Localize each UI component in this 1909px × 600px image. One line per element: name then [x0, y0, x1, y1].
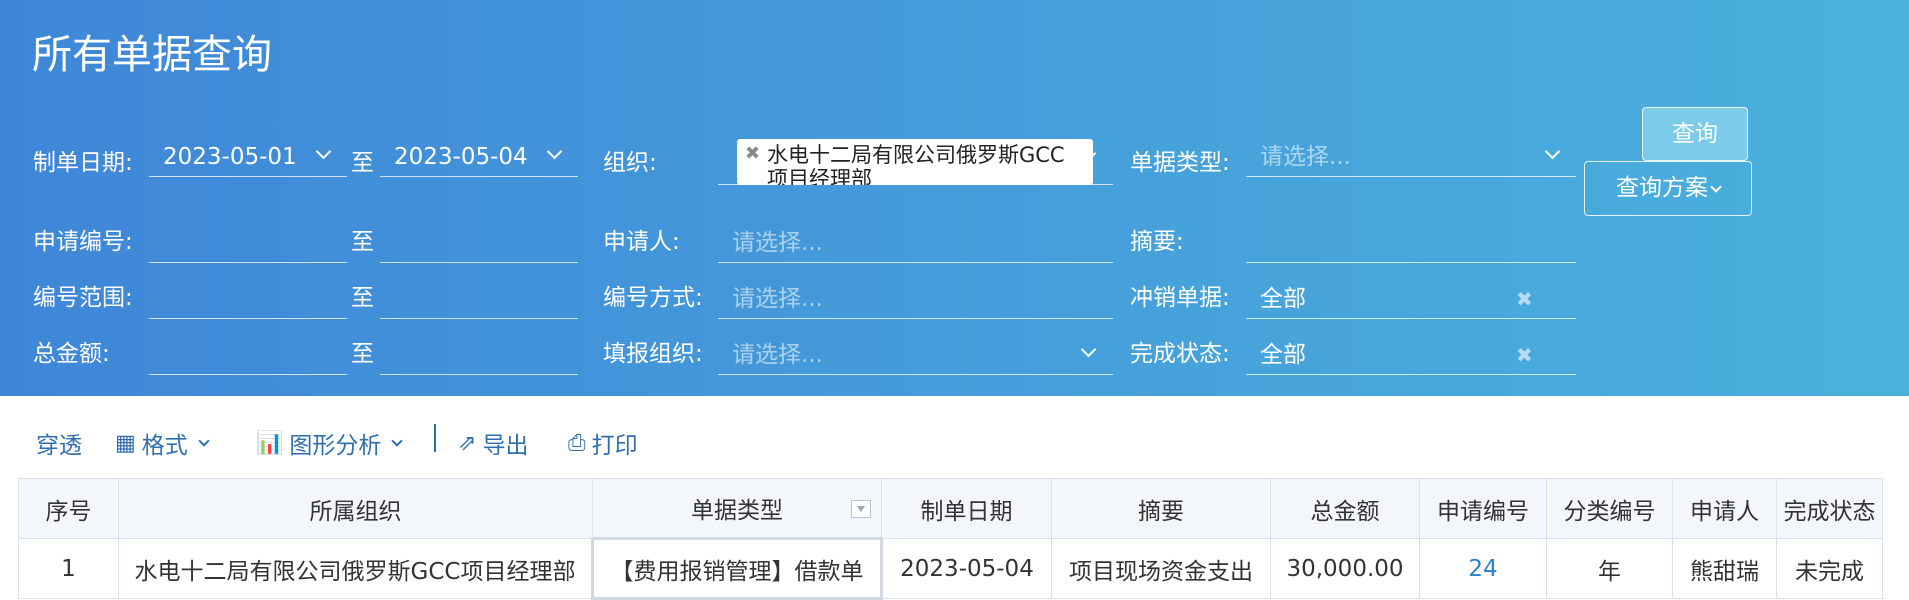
cell-status: 未完成 [1776, 538, 1883, 599]
results-table: 序号 所属组织 单据类型 制单日期 摘要 总金额 申请编号 分类编号 申请人 完… [18, 478, 1883, 600]
cell-org: 水电十二局有限公司俄罗斯GCC项目经理部 [118, 538, 593, 599]
appno-from-input[interactable] [149, 223, 347, 263]
column-header[interactable]: 总金额 [1270, 478, 1420, 539]
column-header[interactable]: 所属组织 [118, 478, 593, 539]
export-button[interactable]: ⇗ 导出 [458, 426, 528, 460]
numrange-label: 编号范围: [33, 285, 133, 311]
summary-label: 摘要: [1130, 229, 1184, 255]
date-to-input[interactable]: 2023-05-04 [380, 137, 578, 177]
writeoff-select[interactable]: 全部 ✖ [1246, 279, 1576, 319]
chevron-down-icon [1710, 181, 1722, 193]
cell-summary: 项目现场资金支出 [1051, 538, 1271, 599]
format-button[interactable]: ▦ 格式 [115, 426, 210, 460]
date-label: 制单日期: [33, 150, 133, 176]
appno-label: 申请编号: [33, 229, 133, 255]
applicant-label: 申请人: [603, 229, 680, 255]
to-label: 至 [351, 229, 374, 255]
chevron-down-icon [315, 145, 333, 163]
column-header[interactable]: 完成状态 [1776, 478, 1883, 539]
org-selected-tag[interactable]: ✖ 水电十二局有限公司俄罗斯GCC项目经理部 [737, 139, 1093, 185]
date-from-input[interactable]: 2023-05-01 [149, 137, 347, 177]
appno-to-input[interactable] [380, 223, 578, 263]
status-label: 完成状态: [1130, 341, 1230, 367]
applicant-select[interactable]: 请选择... [718, 223, 1113, 263]
cell-date: 2023-05-04 [881, 538, 1052, 599]
query-panel: 所有单据查询 制单日期: 2023-05-01 至 2023-05-04 组织:… [0, 0, 1909, 396]
doctype-select[interactable]: 请选择... [1246, 137, 1576, 177]
fillorg-select[interactable]: 请选择... [718, 335, 1113, 375]
amount-to-input[interactable] [380, 335, 578, 375]
nummethod-select[interactable]: 请选择... [718, 279, 1113, 319]
amount-label: 总金额: [33, 341, 110, 367]
close-icon[interactable]: ✖ [745, 142, 760, 166]
column-header[interactable]: 摘要 [1051, 478, 1271, 539]
doctype-label: 单据类型: [1130, 150, 1230, 176]
print-icon: ⎙ [568, 430, 586, 456]
chevron-down-icon [546, 145, 564, 163]
cell-amount: 30,000.00 [1270, 538, 1420, 599]
column-header[interactable]: 申请编号 [1419, 478, 1547, 539]
drill-button[interactable]: 穿透 [36, 426, 82, 460]
column-header[interactable]: 制单日期 [881, 478, 1052, 539]
to-label: 至 [351, 341, 374, 367]
chevron-down-icon [198, 435, 210, 447]
toolbar: 穿透 ▦ 格式 📊 图形分析 ⇗ 导出 ⎙ 打印 [0, 420, 900, 460]
writeoff-label: 冲销单据: [1130, 285, 1230, 311]
clear-icon[interactable]: ✖ [1516, 279, 1533, 318]
filter-icon[interactable] [851, 500, 871, 518]
to-label: 至 [351, 150, 374, 176]
cell-index: 1 [18, 538, 119, 599]
numrange-to-input[interactable] [380, 279, 578, 319]
bar-chart-icon: 📊 [256, 430, 284, 456]
chevron-down-icon [1544, 145, 1562, 163]
summary-input[interactable] [1246, 223, 1576, 263]
chevron-down-icon [391, 435, 404, 447]
numrange-from-input[interactable] [149, 279, 347, 319]
column-header[interactable]: 申请人 [1672, 478, 1777, 539]
column-header[interactable]: 单据类型 [592, 478, 882, 539]
grid-icon: ▦ [115, 430, 136, 456]
nummethod-label: 编号方式: [603, 285, 703, 311]
toolbar-divider [434, 424, 436, 452]
table-row[interactable]: 1 水电十二局有限公司俄罗斯GCC项目经理部 【费用报销管理】借款单 2023-… [18, 537, 1883, 600]
external-link-icon: ⇗ [458, 430, 477, 456]
query-plan-button[interactable]: 查询方案 [1584, 161, 1752, 216]
chevron-down-icon [1080, 343, 1098, 361]
page-title: 所有单据查询 [32, 32, 272, 78]
query-button[interactable]: 查询 [1642, 107, 1748, 161]
chart-analysis-button[interactable]: 📊 图形分析 [256, 426, 404, 460]
clear-icon[interactable]: ✖ [1516, 335, 1533, 374]
column-header[interactable]: 序号 [18, 478, 119, 539]
to-label: 至 [351, 285, 374, 311]
cell-category: 年 [1546, 538, 1673, 599]
org-label: 组织: [603, 150, 657, 176]
column-header[interactable]: 分类编号 [1546, 478, 1673, 539]
table-header-row: 序号 所属组织 单据类型 制单日期 摘要 总金额 申请编号 分类编号 申请人 完… [18, 478, 1883, 539]
fillorg-label: 填报组织: [603, 341, 703, 367]
cell-applicant: 熊甜瑞 [1672, 538, 1777, 599]
print-button[interactable]: ⎙ 打印 [568, 426, 638, 460]
status-select[interactable]: 全部 ✖ [1246, 335, 1576, 375]
cell-doctype[interactable]: 【费用报销管理】借款单 [591, 537, 883, 600]
cell-appno-link[interactable]: 24 [1419, 538, 1547, 599]
amount-from-input[interactable] [149, 335, 347, 375]
